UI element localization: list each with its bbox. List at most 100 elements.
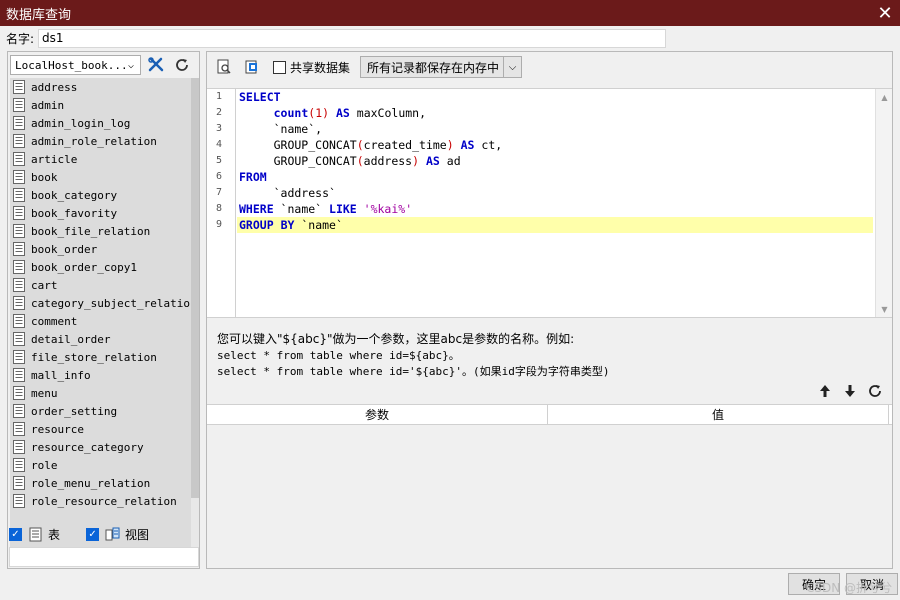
table-icon <box>13 422 25 436</box>
storage-mode-select[interactable]: 所有记录都保存在内存中 ⌵ <box>360 56 523 78</box>
column-header-value[interactable]: 值 <box>548 405 889 424</box>
table-search-input[interactable] <box>9 547 199 567</box>
table-icon <box>29 527 42 541</box>
table-list-item[interactable]: role_resource_relation <box>10 492 199 510</box>
filter-views[interactable]: ✓ 视图 <box>86 526 149 543</box>
table-list-item[interactable]: book_file_relation <box>10 222 199 240</box>
line-number: 7 <box>216 187 223 198</box>
query-toolbar: 共享数据集 所有记录都保存在内存中 ⌵ <box>207 52 894 82</box>
table-list-item[interactable]: book_favority <box>10 204 199 222</box>
table-icon <box>13 368 25 382</box>
table-list-item[interactable]: resource <box>10 420 199 438</box>
title-bar: 数据库查询 ✕ <box>0 0 900 26</box>
table-list-item[interactable]: mall_info <box>10 366 199 384</box>
code-line: SELECT <box>239 90 281 104</box>
table-name: admin_role_relation <box>31 134 157 148</box>
table-list-item[interactable]: role <box>10 456 199 474</box>
line-number-gutter: 1 2 3 4 5 6 7 8 9 <box>207 89 236 317</box>
view-icon <box>105 527 120 540</box>
table-icon <box>13 296 25 310</box>
parameter-help-text: 您可以键入"${abc}"做为一个参数，这里abc是参数的名称。例如: sele… <box>217 330 877 379</box>
share-dataset-label: 共享数据集 <box>290 60 351 75</box>
line-number: 9 <box>216 219 223 230</box>
table-list[interactable]: address admin admin_login_log admin_role_re… <box>10 78 199 564</box>
window-title: 数据库查询 <box>6 7 72 23</box>
table-icon <box>13 278 25 292</box>
table-list-item[interactable]: detail_order <box>10 330 199 348</box>
datasource-select[interactable]: LocalHost_book... ⌵ <box>10 55 141 75</box>
share-dataset-option[interactable]: 共享数据集 <box>273 59 350 76</box>
table-name: resource_category <box>31 440 144 454</box>
tables-checkbox[interactable]: ✓ <box>9 527 22 541</box>
sql-designer-button[interactable] <box>241 56 263 78</box>
code-line: WHERE `name` LIKE '%kai%' <box>239 202 413 216</box>
parameter-toolbar <box>811 380 886 402</box>
scroll-down-icon[interactable]: ▼ <box>876 301 893 317</box>
editor-scrollbar[interactable]: ▲ ▼ <box>875 89 892 317</box>
designer-icon <box>245 60 257 74</box>
help-line-1: 您可以键入"${abc}"做为一个参数，这里abc是参数的名称。例如: <box>217 332 575 346</box>
table-icon <box>13 206 25 220</box>
preview-button[interactable] <box>213 56 235 78</box>
table-list-scrollbar[interactable] <box>191 78 199 564</box>
table-name: file_store_relation <box>31 350 157 364</box>
table-list-item[interactable]: book <box>10 168 199 186</box>
scroll-up-icon[interactable]: ▲ <box>876 89 893 105</box>
table-icon <box>13 332 25 346</box>
parameter-grid[interactable]: 参数 值 <box>207 404 892 568</box>
storage-mode-selected: 所有记录都保存在内存中 <box>367 60 500 75</box>
help-line-2: select * from table where id=${abc}。 <box>217 349 460 362</box>
refresh-parameters-button[interactable] <box>864 380 886 402</box>
table-list-item[interactable]: menu <box>10 384 199 402</box>
table-icon <box>13 188 25 202</box>
close-icon[interactable]: ✕ <box>870 0 900 26</box>
table-name: book <box>31 170 58 184</box>
object-type-filter: ✓ 表 ✓ 视图 <box>9 524 199 544</box>
table-list-item[interactable]: address <box>10 78 199 96</box>
table-name: comment <box>31 314 78 328</box>
line-number: 6 <box>216 171 223 182</box>
tables-filter-label: 表 <box>48 527 61 542</box>
arrow-up-icon <box>820 385 830 397</box>
refresh-tables-button[interactable] <box>171 54 193 76</box>
table-name: book_category <box>31 188 118 202</box>
name-input[interactable] <box>38 28 667 48</box>
table-name: menu <box>31 386 58 400</box>
code-line-active: GROUP BY `name` <box>237 217 873 233</box>
parameter-grid-header: 参数 值 <box>207 405 892 425</box>
share-dataset-checkbox[interactable] <box>273 60 286 74</box>
table-list-item[interactable]: resource_category <box>10 438 199 456</box>
table-list-item[interactable]: order_setting <box>10 402 199 420</box>
move-down-button[interactable] <box>839 380 861 402</box>
table-list-item[interactable]: category_subject_relation <box>10 294 199 312</box>
watermark: CSDN @拆兮兮 <box>805 581 892 595</box>
line-number: 1 <box>216 91 223 102</box>
table-list-item[interactable]: book_category <box>10 186 199 204</box>
table-list-item[interactable]: file_store_relation <box>10 348 199 366</box>
table-name: address <box>31 80 78 94</box>
scrollbar-thumb[interactable] <box>191 78 199 498</box>
table-name: order_setting <box>31 404 118 418</box>
line-number: 4 <box>216 139 223 150</box>
table-icon <box>13 170 25 184</box>
chevron-down-icon: ⌵ <box>127 59 135 71</box>
column-header-param[interactable]: 参数 <box>207 405 548 424</box>
filter-tables[interactable]: ✓ 表 <box>9 526 60 543</box>
table-list-item[interactable]: comment <box>10 312 199 330</box>
table-list-item[interactable]: cart <box>10 276 199 294</box>
connection-settings-button[interactable] <box>145 54 167 76</box>
table-list-item[interactable]: article <box>10 150 199 168</box>
table-list-item[interactable]: book_order <box>10 240 199 258</box>
move-up-button[interactable] <box>814 380 836 402</box>
table-icon <box>13 242 25 256</box>
table-icon <box>13 134 25 148</box>
code-line: count(1) AS maxColumn, <box>273 106 427 120</box>
table-list-item[interactable]: admin_role_relation <box>10 132 199 150</box>
sql-code-area[interactable]: SELECT count(1) AS maxColumn, `name`, GR… <box>237 89 873 317</box>
views-checkbox[interactable]: ✓ <box>86 527 100 541</box>
table-list-item[interactable]: book_order_copy1 <box>10 258 199 276</box>
sql-editor[interactable]: 1 2 3 4 5 6 7 8 9 SELECT count(1) AS maxColumn, … <box>207 88 892 318</box>
table-list-item[interactable]: admin_login_log <box>10 114 199 132</box>
table-list-item[interactable]: admin <box>10 96 199 114</box>
table-list-item[interactable]: role_menu_relation <box>10 474 199 492</box>
